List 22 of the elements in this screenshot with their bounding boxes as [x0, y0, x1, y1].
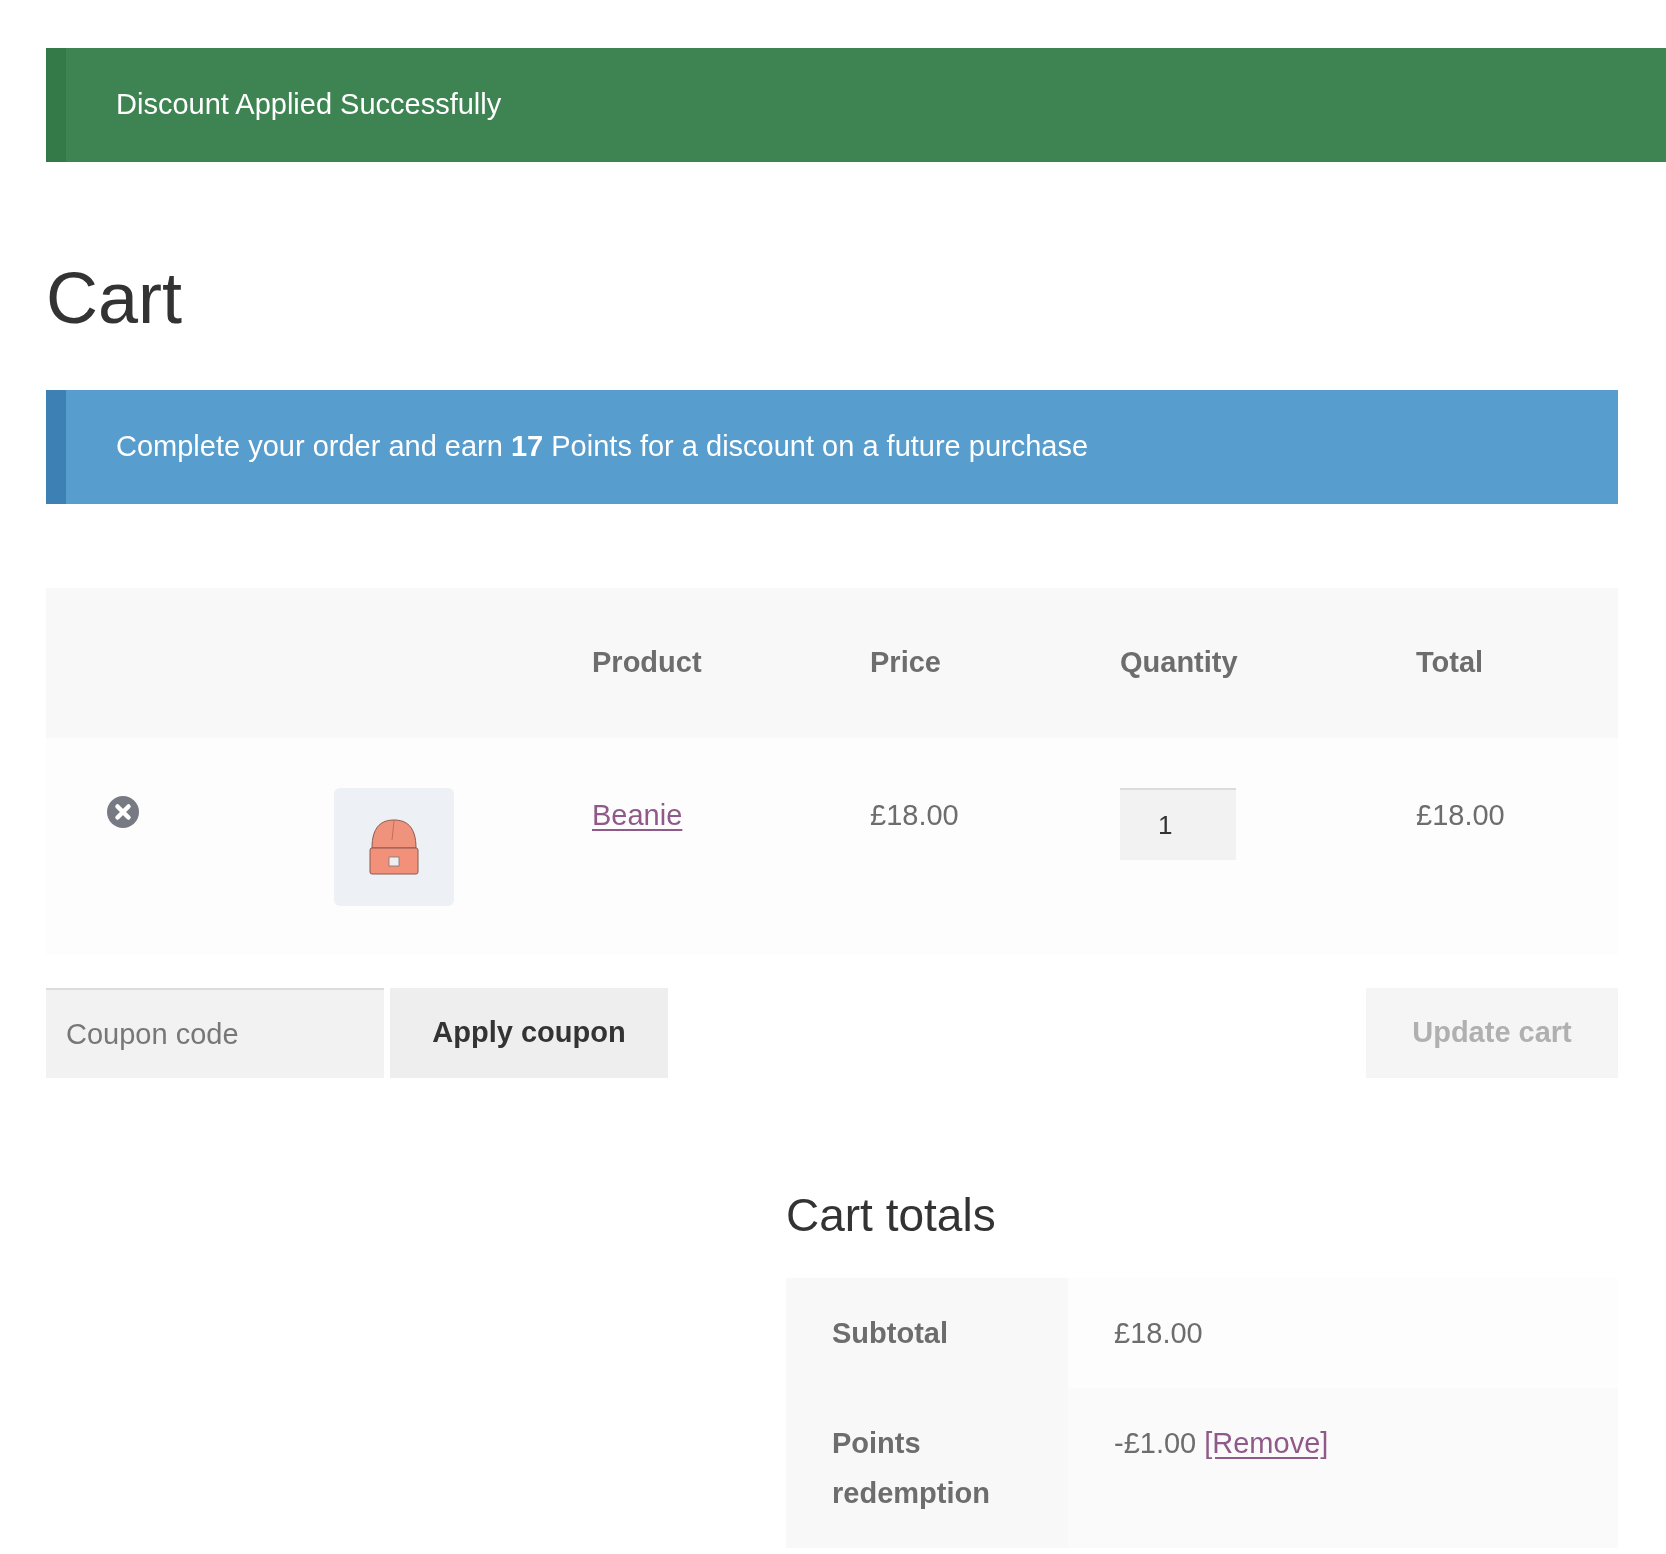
- totals-label: Points redemption: [786, 1388, 1068, 1548]
- remove-link[interactable]: [Remove]: [1204, 1418, 1329, 1468]
- beanie-thumbnail[interactable]: [334, 788, 454, 906]
- quantity-field[interactable]: 1: [1120, 788, 1236, 860]
- coupon-field[interactable]: Coupon code: [46, 988, 384, 1078]
- page-title: Cart: [46, 262, 184, 334]
- total-text: £18.00: [1416, 798, 1505, 833]
- price-text: £18.00: [870, 798, 959, 833]
- column-header: Quantity: [1120, 645, 1238, 681]
- totals-value: £18.00: [1114, 1316, 1203, 1351]
- totals-label: Subtotal: [786, 1278, 1068, 1388]
- notice-text: Discount Applied Successfully: [116, 87, 502, 123]
- notice-text: Complete your order and earn 17 Points for a discount on a future purchase: [116, 429, 1089, 465]
- column-header: Price: [870, 645, 941, 681]
- beanie-icon: [368, 818, 420, 876]
- product-link[interactable]: Beanie: [592, 794, 683, 838]
- column-header: Total: [1416, 645, 1484, 681]
- totals-value: -£1.00: [1114, 1426, 1197, 1461]
- remove-icon[interactable]: [107, 796, 139, 828]
- column-header: Product: [592, 645, 702, 681]
- cart-totals-title: Cart totals: [786, 1192, 997, 1238]
- apply-coupon-button[interactable]: Apply coupon: [390, 988, 668, 1078]
